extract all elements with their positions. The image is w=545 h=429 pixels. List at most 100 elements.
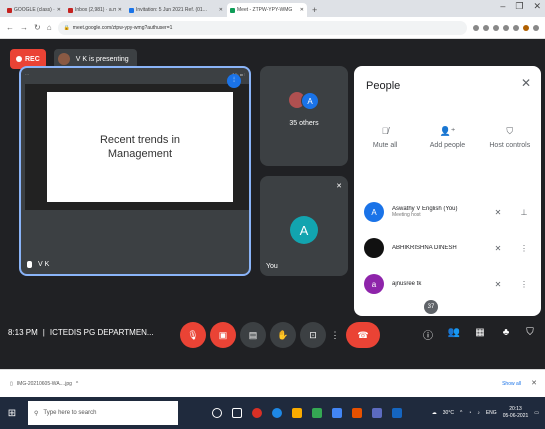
- add-people-button[interactable]: 👤⁺ Add people: [418, 126, 476, 149]
- close-shelf-button[interactable]: ✕: [531, 379, 537, 387]
- camera-toggle-button[interactable]: ▣: [210, 322, 236, 348]
- mail-icon[interactable]: [332, 408, 342, 418]
- extension-icons: [473, 24, 539, 31]
- close-panel-button[interactable]: ✕: [521, 76, 531, 90]
- speaking-indicator-icon: ⦙: [227, 74, 241, 88]
- pin-icon[interactable]: ⊥: [515, 208, 533, 217]
- taskbar-apps: [212, 408, 402, 418]
- mic-toggle-button[interactable]: 🎙: [180, 322, 206, 348]
- chrome-icon[interactable]: [252, 408, 262, 418]
- close-tab-icon[interactable]: ✕: [57, 7, 61, 13]
- close-tab-icon[interactable]: ✕: [219, 7, 223, 13]
- taskbar-search[interactable]: ⚲ Type here to search: [28, 401, 178, 425]
- maximize-button[interactable]: ❐: [515, 1, 523, 12]
- url-field[interactable]: 🔒 meet.google.com/ztpw-ypy-wmg?authuser=…: [57, 20, 467, 35]
- language-indicator[interactable]: ENG: [486, 410, 497, 416]
- participant-role: Meeting host: [392, 212, 421, 218]
- close-window-button[interactable]: ✕: [533, 1, 541, 12]
- record-dot-icon: [16, 56, 22, 62]
- close-tab-icon[interactable]: ✕: [118, 7, 122, 13]
- more-options-icon[interactable]: ⋮: [515, 280, 533, 289]
- chevron-up-icon[interactable]: ^: [460, 410, 462, 416]
- minimize-button[interactable]: –: [500, 1, 505, 12]
- show-all-link[interactable]: Show all: [502, 381, 521, 387]
- raise-hand-button[interactable]: ✋: [270, 322, 296, 348]
- office-icon[interactable]: [352, 408, 362, 418]
- browser-tab[interactable]: Invitation: 5 Jun 2021 Ref. (01... ✕: [126, 3, 226, 17]
- maps-icon[interactable]: [312, 408, 322, 418]
- shield-lock-icon: ⛉: [506, 126, 514, 136]
- people-panel: People ✕ 🎙̸ Mute all 👤⁺ Add people ⛉ Hos…: [354, 66, 541, 316]
- cortana-icon[interactable]: [212, 408, 222, 418]
- download-item[interactable]: ▯ IMG-20210605-WA....jpg ^: [10, 381, 78, 387]
- people-icon[interactable]: 👥: [446, 327, 462, 338]
- participant-row[interactable]: A Aswathy V English (You) Meeting host ✕…: [354, 194, 541, 230]
- chat-icon[interactable]: ▦: [472, 327, 488, 338]
- hand-icon: ✋: [277, 329, 289, 340]
- mic-off-icon[interactable]: ✕: [489, 280, 507, 289]
- network-icon[interactable]: ◔: [468, 410, 471, 416]
- info-icon[interactable]: ⓘ: [420, 327, 436, 342]
- participant-row[interactable]: a ajnusree tk ✕ ⋮: [354, 266, 541, 302]
- windows-start-icon[interactable]: ⊞: [0, 397, 24, 429]
- extension-icon[interactable]: [503, 24, 509, 31]
- mic-off-icon[interactable]: ✕: [489, 244, 507, 253]
- mute-all-button[interactable]: 🎙̸ Mute all: [356, 126, 414, 149]
- search-icon: ⚲: [34, 410, 39, 417]
- more-options-icon[interactable]: ⋮: [515, 244, 533, 253]
- home-icon[interactable]: ⌂: [47, 23, 52, 32]
- browser-tab-active[interactable]: Meet - ZTPW-YPY-WMG ✕: [227, 3, 307, 17]
- gmail-icon: [7, 7, 12, 13]
- window-controls: – ❐ ✕: [500, 1, 541, 12]
- avatar-stack: A: [289, 92, 319, 110]
- meeting-separator: |: [42, 328, 45, 337]
- tile-name-label: V K: [27, 261, 49, 268]
- activities-icon[interactable]: ♣: [498, 327, 514, 338]
- profile-avatar[interactable]: [523, 24, 529, 31]
- new-tab-button[interactable]: +: [312, 5, 317, 15]
- others-count-label: 35 others: [289, 120, 319, 127]
- weather-icon[interactable]: ☁: [432, 410, 437, 416]
- leave-call-button[interactable]: ☎: [346, 322, 380, 348]
- participant-info: ajnusree tk: [392, 281, 481, 287]
- participant-row[interactable]: ABHIKRISHNA DINESH ✕ ⋮: [354, 230, 541, 266]
- store-icon[interactable]: [292, 408, 302, 418]
- mic-off-icon[interactable]: ✕: [489, 208, 507, 217]
- self-avatar: A: [290, 216, 318, 244]
- share-icon[interactable]: [483, 24, 489, 31]
- others-tile[interactable]: A 35 others: [260, 66, 348, 166]
- taskbar-clock[interactable]: 20:13 05-06-2021: [503, 406, 529, 420]
- photos-icon[interactable]: [372, 408, 382, 418]
- more-options-button[interactable]: ⋮: [322, 322, 348, 348]
- edge-icon[interactable]: [272, 408, 282, 418]
- puzzle-icon[interactable]: [513, 24, 519, 31]
- close-tab-icon[interactable]: ✕: [300, 7, 304, 13]
- host-controls-button[interactable]: ⛉ Host controls: [481, 126, 539, 149]
- task-view-icon[interactable]: [232, 408, 242, 418]
- vlc-icon[interactable]: [392, 408, 402, 418]
- star-icon[interactable]: [493, 24, 499, 31]
- self-tile[interactable]: ✕ A You: [260, 176, 348, 276]
- slide-title: Recent trends in Management: [99, 134, 181, 160]
- chevron-up-icon: ^: [75, 380, 79, 387]
- meeting-time: 8:13 PM: [8, 328, 38, 337]
- back-icon[interactable]: ←: [6, 23, 14, 32]
- volume-icon[interactable]: ♪: [477, 410, 480, 416]
- participant-name: ABHIKRISHNA DINESH: [392, 245, 457, 251]
- browser-tab[interactable]: GOOGLE (class) · GOOGLE F... ✕: [4, 3, 64, 17]
- mic-off-icon: ✕: [336, 183, 342, 190]
- reload-icon[interactable]: ↻: [34, 23, 41, 32]
- browser-tab[interactable]: Inbox (2,981) · a.mathew... ✕: [65, 3, 125, 17]
- menu-icon[interactable]: [533, 24, 539, 31]
- address-bar-row: ← → ↻ ⌂ 🔒 meet.google.com/ztpw-ypy-wmg?a…: [0, 17, 545, 39]
- camera-icon[interactable]: [473, 24, 479, 31]
- lock-icon: 🔒: [63, 24, 70, 31]
- captions-button[interactable]: ▤: [240, 322, 266, 348]
- forward-icon[interactable]: →: [20, 23, 28, 32]
- host-controls-icon[interactable]: ⛉: [522, 327, 538, 338]
- notifications-icon[interactable]: ▭: [534, 410, 539, 416]
- participant-info: ABHIKRISHNA DINESH: [392, 245, 481, 251]
- presentation-tile[interactable]: ··· ⤢ ✎ ▭ ⋮ Recent trends in Management …: [19, 66, 251, 276]
- system-tray: ☁ 30°C ^ ◔ ♪ ENG 20:13 05-06-2021 ▭: [432, 397, 539, 429]
- presenter-avatar: [57, 53, 70, 65]
